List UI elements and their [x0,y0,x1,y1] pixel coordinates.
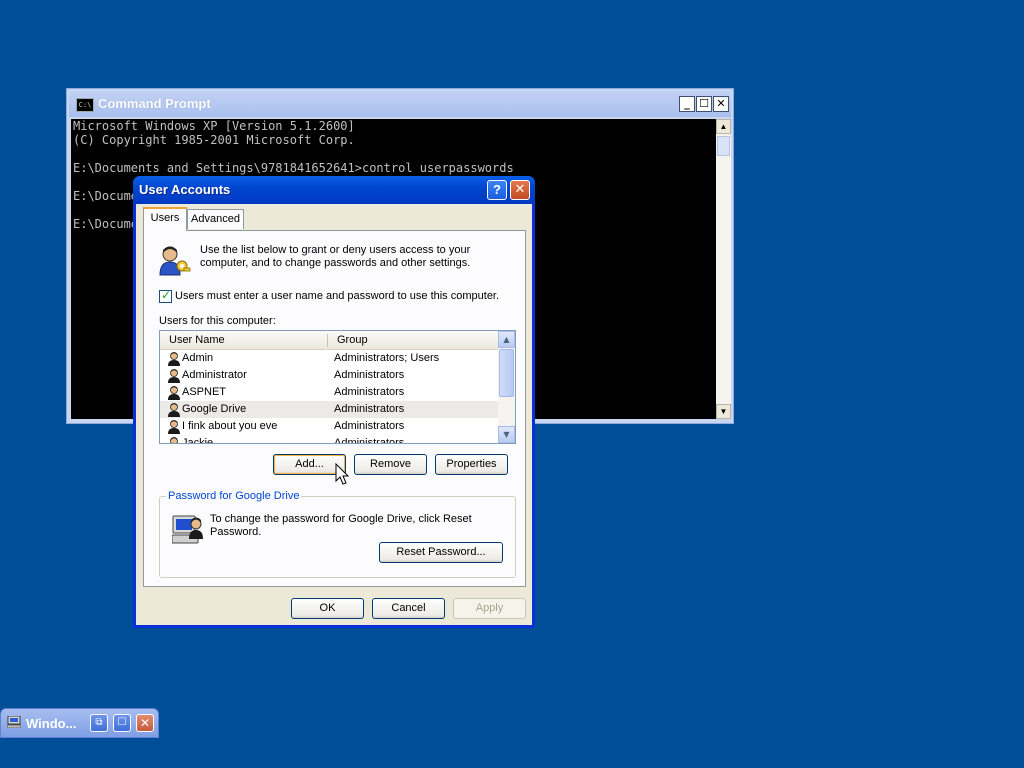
user-icon [170,437,178,443]
close-button[interactable]: ✕ [136,714,154,732]
require-login-checkbox[interactable]: ✓ [159,288,172,303]
group-cell: Administrators [334,420,405,432]
users-list-label: Users for this computer: [159,315,276,327]
user-icon [168,352,180,366]
minimized-window-title: Windo... [26,716,77,731]
user-icon [168,369,180,383]
reset-password-button[interactable]: Reset Password... [379,542,503,563]
remove-button[interactable]: Remove [354,454,427,475]
scroll-up-arrow-icon[interactable]: ▲ [498,331,515,348]
cancel-button[interactable]: Cancel [372,598,445,619]
intro-text: Use the list below to grant or deny user… [200,244,471,269]
minimize-button[interactable]: _ [679,96,695,112]
close-button[interactable]: ✕ [713,96,729,112]
users-keys-icon [159,246,191,276]
user-name-cell: Admin [182,352,214,364]
apply-button[interactable]: Apply [453,598,526,619]
table-row[interactable]: ASPNET Administrators [160,384,498,401]
computer-user-icon [172,515,203,544]
user-name-cell: I fink about you eve [182,420,278,432]
users-list[interactable]: User Name Group Admin Administrators; Use… [159,330,516,444]
require-login-label[interactable]: Users must enter a user name and passwor… [175,290,499,302]
table-row[interactable]: Jackie Administrators [160,435,498,444]
table-row[interactable]: Administrator Administrators [160,367,498,384]
user-name-cell: ASPNET [182,386,227,398]
cmd-title: Command Prompt [98,96,211,111]
cmd-icon: C:\ [76,98,94,112]
tab-advanced[interactable]: Advanced [187,209,244,229]
ok-button[interactable]: OK [291,598,364,619]
mouse-pointer-icon [335,463,350,485]
restore-button[interactable]: ⧉ [90,714,108,732]
minimized-window[interactable]: Windo... ⧉ ☐ ✕ [0,708,159,738]
scroll-up-arrow-icon[interactable]: ▲ [716,119,731,134]
scroll-thumb[interactable] [499,349,514,397]
maximize-button[interactable]: ☐ [113,714,131,732]
table-row[interactable]: Google Drive Administrators [160,401,498,418]
group-cell: Administrators [334,403,405,415]
group-cell: Administrators; Users [334,352,440,364]
cmd-title-bar[interactable]: C:\ Command Prompt _ ☐ ✕ [69,91,731,117]
console-line: (C) Copyright 1985-2001 Microsoft Corp. [73,133,355,147]
group-cell: Administrators [334,369,405,381]
scroll-down-arrow-icon[interactable]: ▼ [498,426,515,443]
scroll-thumb[interactable] [717,136,730,156]
password-instructions: To change the password for Google Drive,… [210,513,472,538]
user-name-cell: Administrator [182,369,247,381]
console-line: Microsoft Windows XP [Version 5.1.2600] [73,119,355,133]
user-icon [168,386,180,400]
tab-users[interactable]: Users [143,207,187,231]
group-cell: Administrators [334,386,405,398]
user-name-cell: Google Drive [182,403,247,415]
list-vertical-scrollbar[interactable]: ▲ ▼ [498,331,515,443]
users-tab-panel: Use the list below to grant or deny user… [143,230,526,587]
user-name-cell: Jackie [182,437,214,444]
maximize-button[interactable]: ☐ [696,96,712,112]
computer-icon [7,716,21,728]
group-cell: Administrators [334,437,405,444]
scroll-down-arrow-icon[interactable]: ▼ [716,404,731,419]
dialog-title-bar[interactable]: User Accounts ? ✕ [133,176,535,204]
user-icon [168,420,180,434]
table-row[interactable]: I fink about you eve Administrators [160,418,498,435]
column-divider[interactable] [327,334,328,347]
properties-button[interactable]: Properties [435,454,508,475]
column-group[interactable]: Group [337,334,368,346]
list-header: User Name Group [160,331,498,350]
console-line: E:\Documents and Settings\9781841652641>… [73,161,514,175]
close-button[interactable]: ✕ [510,180,530,200]
user-accounts-dialog: User Accounts ? ✕ Users Advanced Use the… [133,176,535,628]
console-line [71,147,716,161]
password-group-title: Password for Google Drive [166,490,302,502]
cmd-vertical-scrollbar[interactable]: ▲ ▼ [716,119,731,419]
table-row[interactable]: Admin Administrators; Users [160,350,498,367]
user-icon [168,403,180,417]
help-button[interactable]: ? [487,180,507,200]
dialog-title: User Accounts [139,182,231,197]
checkmark-icon: ✓ [161,288,172,302]
dialog-body: Users Advanced Use the list below to gra… [136,204,532,625]
column-user-name[interactable]: User Name [169,334,225,346]
